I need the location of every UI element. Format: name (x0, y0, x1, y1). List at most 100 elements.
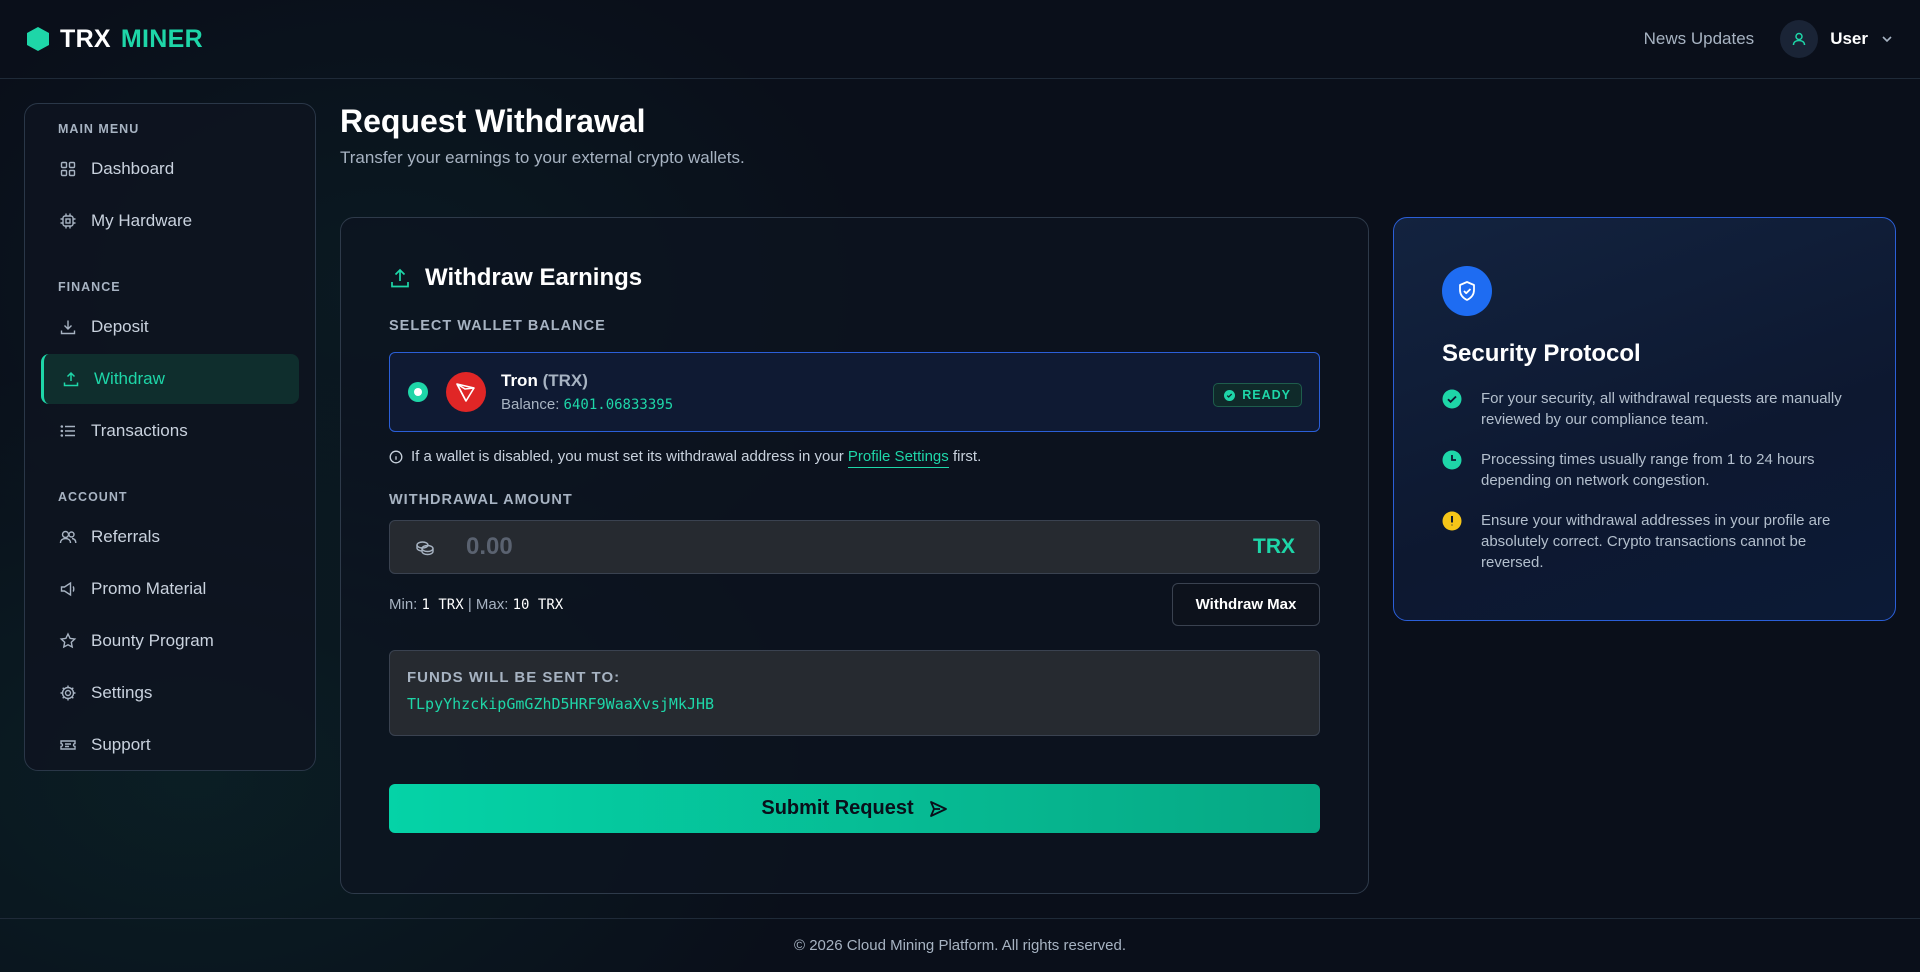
list-item: For your security, all withdrawal reques… (1442, 388, 1847, 430)
submit-label: Submit Request (761, 797, 914, 819)
check-circle-icon (1224, 389, 1236, 401)
footer: © 2026 Cloud Mining Platform. All rights… (0, 918, 1920, 972)
wallet-info: Tron (TRX) Balance: 6401.06833395 (501, 371, 673, 413)
limits-separator: | (467, 596, 472, 613)
list-icon (60, 425, 75, 437)
wallet-option-tron[interactable]: Tron (TRX) Balance: 6401.06833395 READY (389, 352, 1320, 432)
clock-icon (1442, 450, 1462, 470)
section-label-finance: FINANCE (58, 280, 121, 294)
news-updates-link[interactable]: News Updates (1644, 29, 1755, 49)
star-icon (59, 632, 77, 649)
header-actions: News Updates User (1644, 20, 1894, 58)
hexagon-logo-icon (27, 27, 49, 51)
chevron-down-icon (1882, 36, 1892, 43)
cpu-icon (60, 213, 76, 229)
user-name: User (1830, 29, 1868, 48)
sidebar-item-settings[interactable]: Settings (41, 668, 299, 718)
withdraw-max-button[interactable]: Withdraw Max (1172, 583, 1320, 626)
security-list: For your security, all withdrawal reques… (1442, 388, 1847, 573)
card-header: Withdraw Earnings (389, 264, 1320, 292)
profile-settings-link[interactable]: Profile Settings (847, 448, 949, 468)
sidebar-item-label: Settings (91, 683, 153, 702)
sidebar-item-label: Transactions (91, 421, 188, 440)
user-menu-button[interactable]: User (1780, 20, 1894, 58)
sidebar-item-referrals[interactable]: Referrals (41, 512, 299, 562)
limits-row: Min: 1 TRX | Max: 10 TRX Withdraw Max (389, 583, 1320, 626)
info-text: If a wallet is disabled, you must set it… (411, 448, 982, 468)
wallet-name-line: Tron (TRX) (501, 371, 673, 391)
max-value: 10 TRX (512, 597, 564, 613)
download-icon (60, 320, 76, 335)
wallet-info-note: If a wallet is disabled, you must set it… (389, 448, 1320, 468)
sidebar-item-support[interactable]: Support (41, 720, 299, 770)
min-label: Min: (389, 596, 418, 613)
sidebar-item-label: Referrals (91, 527, 160, 546)
wallet-balance-line: Balance: 6401.06833395 (501, 396, 673, 413)
ticket-icon (60, 740, 76, 750)
min-value: 1 TRX (421, 597, 464, 613)
destination-box: FUNDS WILL BE SENT TO: TLpyYhzckipGmGZhD… (389, 650, 1320, 736)
submit-request-button[interactable]: Submit Request (389, 784, 1320, 833)
amount-field[interactable]: TRX (389, 520, 1320, 574)
security-item-text: Ensure your withdrawal addresses in your… (1481, 512, 1831, 571)
amount-input[interactable] (466, 533, 1253, 561)
balance-value: 6401.06833395 (563, 397, 674, 413)
section-label-main-menu: MAIN MENU (58, 122, 140, 136)
amount-limits: Min: 1 TRX | Max: 10 TRX (389, 596, 563, 613)
sidebar: MAIN MENU Dashboard My Hardware FINANCE … (24, 103, 316, 771)
grid-icon (60, 161, 76, 177)
tron-logo-icon (446, 372, 486, 412)
gear-icon (60, 685, 76, 701)
amount-label: WITHDRAWAL AMOUNT (389, 492, 573, 508)
sidebar-item-transactions[interactable]: Transactions (41, 406, 299, 456)
destination-address: TLpyYhzckipGmGZhD5HRF9WaaXvsjMkJHB (407, 695, 715, 713)
status-badge: READY (1213, 383, 1302, 407)
info-text-part1: If a wallet is disabled, you must set it… (411, 448, 844, 465)
sidebar-item-withdraw[interactable]: Withdraw (41, 354, 299, 404)
upload-icon (391, 268, 409, 288)
footer-copyright: © 2026 Cloud Mining Platform. All rights… (793, 937, 1127, 954)
wallet-name: Tron (501, 371, 538, 390)
page-title: Request Withdrawal (340, 103, 646, 139)
logo-word-miner: MINER (120, 24, 203, 53)
security-item-text: Processing times usually range from 1 to… (1481, 451, 1815, 489)
sidebar-item-deposit[interactable]: Deposit (41, 302, 299, 352)
security-item-text: For your security, all withdrawal reques… (1481, 390, 1842, 428)
megaphone-icon (60, 581, 75, 597)
sidebar-item-dashboard[interactable]: Dashboard (41, 144, 299, 194)
shield-check-icon (1442, 266, 1492, 316)
sidebar-item-bounty-program[interactable]: Bounty Program (41, 616, 299, 666)
sidebar-item-label: Promo Material (91, 579, 207, 598)
wallet-radio[interactable] (408, 382, 428, 402)
max-label: Max: (475, 596, 509, 613)
card-title: Withdraw Earnings (425, 264, 643, 291)
list-item: Processing times usually range from 1 to… (1442, 449, 1847, 491)
send-icon (929, 800, 947, 817)
status-text: READY (1242, 388, 1291, 402)
logo-word-trx: TRX (60, 24, 111, 53)
security-protocol-card: Security Protocol For your security, all… (1393, 217, 1896, 621)
alert-circle-icon (1442, 511, 1462, 531)
list-item: Ensure your withdrawal addresses in your… (1442, 510, 1847, 573)
top-header: TRX MINER News Updates User (0, 0, 1920, 79)
avatar (1780, 20, 1819, 58)
sidebar-item-label: Deposit (91, 317, 149, 336)
wallet-ticker: (TRX) (542, 371, 588, 390)
user-icon (1792, 32, 1806, 46)
sidebar-item-promo-material[interactable]: Promo Material (41, 564, 299, 614)
balance-label: Balance: (501, 396, 560, 413)
upload-icon (63, 371, 79, 387)
sidebar-item-my-hardware[interactable]: My Hardware (41, 196, 299, 246)
info-icon (389, 450, 403, 463)
sidebar-item-label: My Hardware (91, 211, 193, 230)
users-icon (59, 530, 77, 544)
page-subtitle: Transfer your earnings to your external … (340, 148, 745, 167)
amount-unit: TRX (1253, 535, 1295, 558)
wallet-select-label: SELECT WALLET BALANCE (389, 318, 606, 334)
sidebar-item-label: Withdraw (94, 369, 165, 388)
section-label-account: ACCOUNT (58, 490, 128, 504)
brand-logo[interactable]: TRX MINER (26, 25, 203, 54)
security-title: Security Protocol (1442, 340, 1641, 367)
sidebar-item-label: Bounty Program (91, 631, 214, 650)
info-text-part2: first. (952, 448, 982, 465)
